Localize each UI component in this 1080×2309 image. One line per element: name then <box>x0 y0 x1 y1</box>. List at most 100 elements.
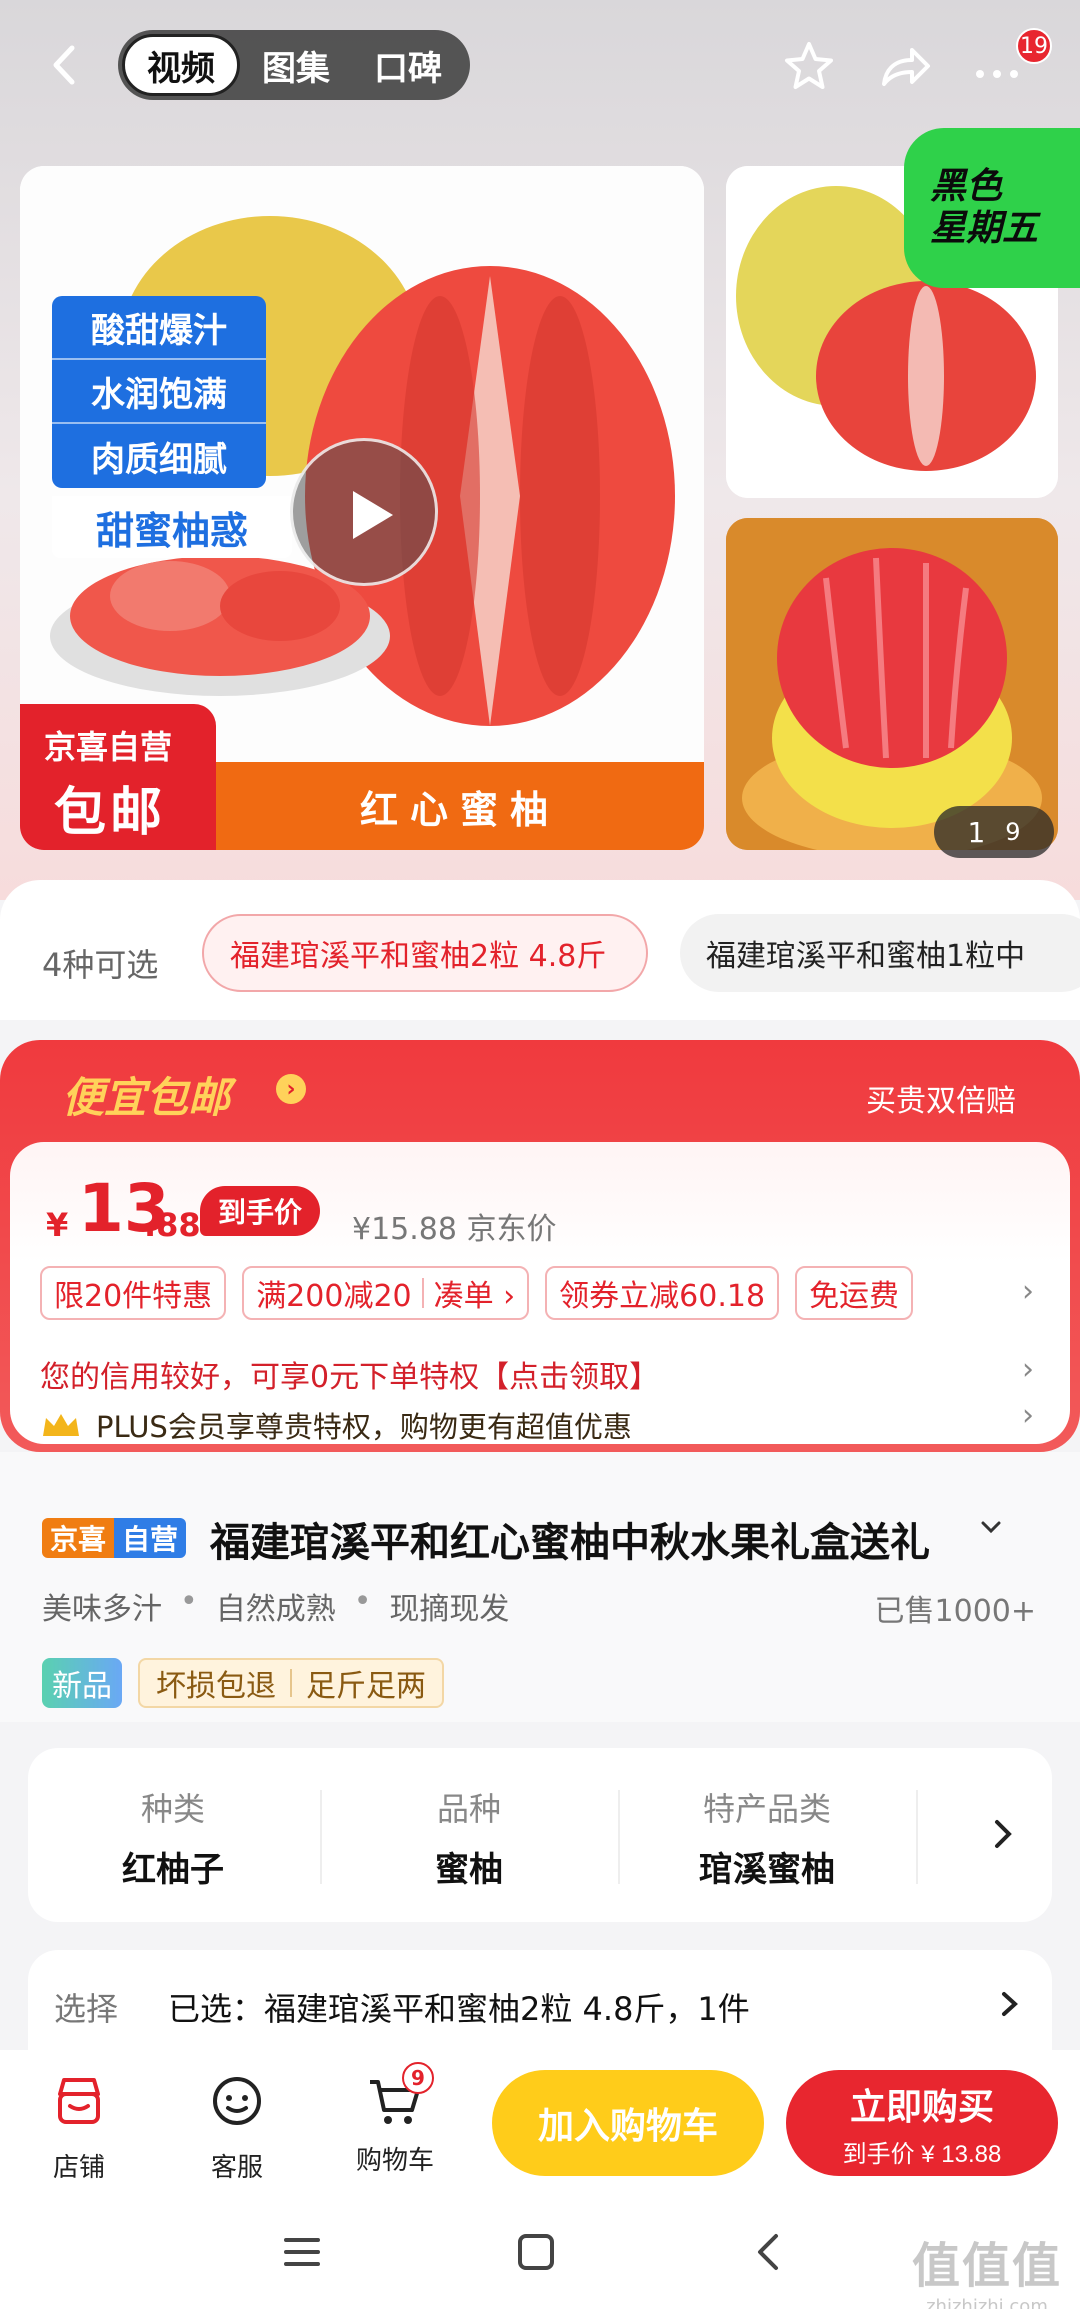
promo-chip-text: 满200减20 <box>256 1279 412 1314</box>
double-compensation-label[interactable]: 买贵双倍赔 <box>866 1076 1016 1120</box>
product-banner: 红心蜜柚 <box>216 762 704 850</box>
spec-specialty: 特产品类 琯溪蜜柚 <box>622 1784 912 1891</box>
buy-now-button[interactable]: 立即购买 到手价 ¥ 13.88 <box>786 2070 1058 2176</box>
gallery-thumbnail-2[interactable] <box>726 518 1058 850</box>
spec-key: 品种 <box>436 1790 501 1828</box>
tab-reviews[interactable]: 口碑 <box>352 34 464 96</box>
guarantee-item: 坏损包退 <box>156 1669 276 1704</box>
sold-count: 已售1000+ <box>874 1594 1036 1629</box>
chevron-right-icon[interactable]: › <box>1022 1352 1034 1387</box>
product-title[interactable]: 福建琯溪平和红心蜜柚中秋水果礼盒送礼 <box>210 1510 930 1568</box>
buy-now-price: 到手价 ¥ 13.88 <box>842 2140 1002 2168</box>
add-to-cart-button[interactable]: 加入购物车 <box>492 2070 764 2176</box>
home-square-icon[interactable] <box>512 2228 560 2276</box>
promo-chip[interactable]: 免运费 <box>795 1266 914 1320</box>
spec-key: 种类 <box>140 1790 205 1828</box>
share-icon[interactable] <box>876 38 934 96</box>
spec-divider <box>618 1790 620 1884</box>
jd-badge-line1: 京喜自营 <box>44 728 173 766</box>
selection-label: 选择 <box>54 1990 119 2028</box>
plus-member-row[interactable]: PLUS会员享尊贵特权，购物更有超值优惠 <box>40 1404 632 1446</box>
pomelo-peeled-illustration <box>726 518 1058 850</box>
spec-key: 特产品类 <box>702 1790 831 1828</box>
watermark-logo: 值值值 zhizhizhi.com <box>912 2226 1062 2309</box>
notification-badge: 19 <box>1016 28 1052 64</box>
back-arrow-icon[interactable] <box>38 38 92 92</box>
black-friday-badge: 黑色 星期五 <box>904 128 1080 288</box>
chevron-right-icon[interactable]: › <box>1022 1398 1034 1433</box>
chevron-down-icon[interactable] <box>978 1514 1004 1540</box>
menu-icon[interactable] <box>278 2228 326 2276</box>
watermark-text: 值值值 <box>911 2238 1062 2294</box>
variant-selector: 4种可选 福建琯溪平和蜜柚2粒 4.8斤 福建琯溪平和蜜柚1粒中 <box>0 880 1080 1020</box>
service-label: 客服 <box>210 2153 263 2183</box>
gallery-pager: 1 9 <box>934 806 1054 858</box>
spec-value: 红柚子 <box>122 1850 224 1890</box>
spec-value: 蜜柚 <box>435 1850 503 1890</box>
feature-list: 酸甜爆汁 水润饱满 肉质细腻 <box>52 296 266 488</box>
guarantee-separator <box>290 1669 292 1697</box>
spec-value: 琯溪蜜柚 <box>699 1850 835 1890</box>
chevron-right-icon[interactable]: › <box>276 1074 306 1104</box>
spec-card[interactable]: 种类 红柚子 品种 蜜柚 特产品类 琯溪蜜柚 <box>28 1748 1052 1922</box>
main-video-thumbnail[interactable]: 酸甜爆汁 水润饱满 肉质细腻 甜蜜柚惑 京喜自营 包邮 红心蜜柚 <box>20 166 704 850</box>
system-navigation-bar: 值值值 zhizhizhi.com <box>0 2198 1080 2309</box>
play-button[interactable] <box>290 438 438 586</box>
add-on-link[interactable]: 凑单 › <box>434 1271 516 1315</box>
tab-video[interactable]: 视频 <box>122 34 240 96</box>
attribute-item: 自然成熟 <box>215 1592 336 1627</box>
jd-self-operated-badge: 京喜自营 包邮 <box>20 704 216 850</box>
cart-label: 购物车 <box>355 2146 434 2176</box>
promo-chips: 限20件特惠 满200减20 凑单 › 领券立减60.18 免运费 <box>40 1266 914 1324</box>
spec-type: 种类 红柚子 <box>28 1784 318 1891</box>
black-friday-line1: 黑色 <box>930 166 1003 207</box>
original-price: ¥15.88 京东价 <box>352 1212 557 1247</box>
attribute-separator: • <box>353 1584 372 1619</box>
chevron-right-icon[interactable] <box>998 1988 1022 2020</box>
store-icon <box>58 2078 100 2124</box>
crown-icon <box>43 1414 79 1436</box>
attribute-item: 美味多汁 <box>42 1592 162 1627</box>
variant-option[interactable]: 福建琯溪平和蜜柚1粒中 <box>680 914 1080 992</box>
tab-gallery[interactable]: 图集 <box>240 34 352 96</box>
guarantee-tags[interactable]: 坏损包退 足斤足两 <box>138 1658 444 1708</box>
cart-count-badge: 9 <box>402 2062 434 2094</box>
jd-tag-part-b: 自营 <box>114 1518 187 1558</box>
variant-count: 4种可选 <box>42 946 159 984</box>
jd-badge-line2: 包邮 <box>54 783 167 843</box>
promo-chip[interactable]: 领券立减60.18 <box>545 1266 780 1320</box>
selection-row[interactable]: 选择 已选：福建琯溪平和蜜柚2粒 4.8斤，1件 <box>28 1950 1052 2050</box>
star-icon[interactable] <box>780 38 838 96</box>
variant-option-selected[interactable]: 福建琯溪平和蜜柚2粒 4.8斤 <box>202 914 648 992</box>
chevron-right-icon[interactable]: › <box>1022 1274 1034 1309</box>
jd-tag-part-a: 京喜 <box>42 1518 115 1558</box>
chat-face-icon <box>213 2077 261 2125</box>
credit-privilege-row[interactable]: 您的信用较好，可享0元下单特权【点击领取】 <box>40 1352 659 1396</box>
pager-total: 9 <box>1005 818 1021 846</box>
promo-title[interactable]: 便宜包邮 <box>62 1064 230 1125</box>
product-gallery[interactable]: 视频 图集 口碑 19 酸甜爆汁 水润饱满 肉质细腻 甜蜜柚惑 京喜自营 包邮 … <box>0 0 1080 900</box>
top-bar: 视频 图集 口碑 19 <box>0 24 1080 106</box>
customer-service-button[interactable]: 客服 <box>182 2072 292 2184</box>
store-button[interactable]: 店铺 <box>24 2072 134 2184</box>
spec-divider <box>320 1790 322 1884</box>
attribute-separator: • <box>180 1584 198 1619</box>
feature-item: 酸甜爆汁 <box>52 296 266 360</box>
back-icon[interactable] <box>746 2228 794 2276</box>
price-currency: ¥ <box>46 1206 69 1244</box>
promo-chip[interactable]: 限20件特惠 <box>40 1266 227 1320</box>
feature-slogan: 甜蜜柚惑 <box>52 496 292 558</box>
selection-value: 已选：福建琯溪平和蜜柚2粒 4.8斤，1件 <box>168 1990 750 2028</box>
spec-variety: 品种 蜜柚 <box>324 1784 614 1891</box>
chevron-right-icon[interactable] <box>988 1814 1018 1854</box>
buy-now-label: 立即购买 <box>849 2085 994 2127</box>
plus-member-text: PLUS会员享尊贵特权，购物更有超值优惠 <box>96 1410 632 1444</box>
pager-current: 1 <box>967 815 986 849</box>
cart-button[interactable]: 9 购物车 <box>340 2062 450 2177</box>
product-attributes: 美味多汁 • 自然成熟 • 现摘现发 <box>42 1584 509 1628</box>
cart-icon-wrap: 9 <box>366 2062 434 2130</box>
final-price-tag: 到手价 <box>200 1186 321 1236</box>
watermark-url: zhizhizhi.com <box>926 2296 1048 2309</box>
play-icon <box>353 491 393 539</box>
promo-chip-coupon[interactable]: 满200减20 凑单 › <box>242 1266 530 1320</box>
